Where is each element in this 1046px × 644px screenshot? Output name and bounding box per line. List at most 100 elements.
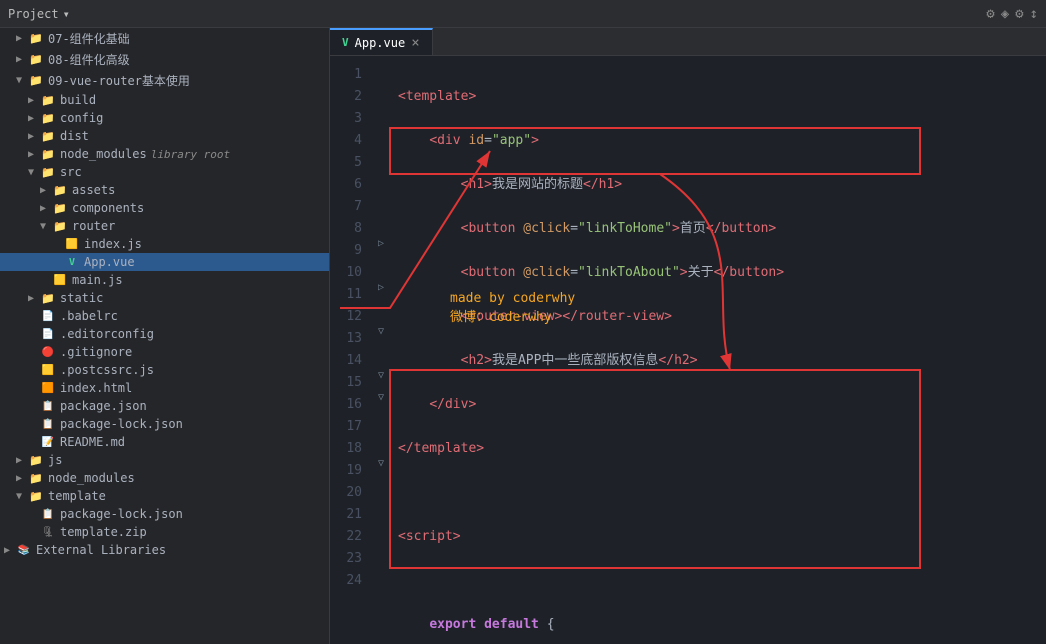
fold-icon-15[interactable]: ▽	[378, 370, 384, 381]
code-content[interactable]: <template> <div id="app"> <h1>我是网站的标题</h…	[390, 56, 1046, 644]
sidebar-item-package-lock-json[interactable]: 📋 package-lock.json	[0, 415, 329, 433]
arrow-icon	[28, 167, 40, 178]
settings-icon[interactable]: ⚙	[986, 6, 994, 22]
locate-icon[interactable]: ◈	[1001, 6, 1009, 22]
json-file-icon: 📋	[40, 399, 56, 413]
sidebar-item-package-lock2[interactable]: 📋 package-lock.json	[0, 505, 329, 523]
code-line-13: export default {	[398, 614, 1046, 636]
fold-icon-19[interactable]: ▽	[378, 458, 384, 469]
sidebar-item-label: js	[48, 453, 62, 467]
sidebar-item-label: index.html	[60, 381, 132, 395]
sidebar-item-external-libs[interactable]: 📚 External Libraries	[0, 541, 329, 559]
lib-icon: 📚	[16, 543, 32, 557]
sidebar-item-src[interactable]: 📁 src	[0, 163, 329, 181]
top-bar-icons: ⚙ ◈ ⚙ ↕	[986, 6, 1038, 22]
sidebar-item-label: .gitignore	[60, 345, 132, 359]
folder-icon: 📁	[52, 219, 68, 233]
code-line-10	[398, 482, 1046, 504]
tab-bar: V App.vue ×	[330, 28, 1046, 56]
sidebar-item-label: src	[60, 165, 82, 179]
sidebar-item-label: 07-组件化基础	[48, 30, 130, 47]
sidebar-item-label: 08-组件化高级	[48, 51, 130, 68]
sidebar-item-node-modules2[interactable]: 📁 node_modules	[0, 469, 329, 487]
sidebar-item-label: package-lock.json	[60, 417, 183, 431]
collapse-icon[interactable]: ↕	[1030, 6, 1038, 22]
sidebar-item-babelrc[interactable]: 📄 .babelrc	[0, 307, 329, 325]
sidebar-item-template[interactable]: 📁 template	[0, 487, 329, 505]
sidebar-item-assets[interactable]: 📁 assets	[0, 181, 329, 199]
sidebar-item-readme[interactable]: 📝 README.md	[0, 433, 329, 451]
arrow-icon	[40, 185, 52, 196]
sidebar-item-build[interactable]: 📁 build	[0, 91, 329, 109]
arrow-icon	[16, 473, 28, 484]
json-file-icon: 📋	[40, 417, 56, 431]
sidebar-item-package-json[interactable]: 📋 package.json	[0, 397, 329, 415]
code-container[interactable]: 123456 789101112 131415161718 1920212223…	[330, 56, 1046, 644]
folder-icon: 📁	[40, 93, 56, 107]
fold-icon-11[interactable]: ▷	[378, 282, 384, 293]
sidebar-item-label: README.md	[60, 435, 125, 449]
sidebar-item-gitignore[interactable]: 🔴 .gitignore	[0, 343, 329, 361]
sidebar-item-node-modules[interactable]: 📁 node_modules library root	[0, 145, 329, 163]
fold-icon-16[interactable]: ▽	[378, 392, 384, 403]
sidebar-item-postcssrc[interactable]: 🟨 .postcssrc.js	[0, 361, 329, 379]
sidebar-item-07[interactable]: 📁 07-组件化基础	[0, 28, 329, 49]
code-line-4: <button @click="linkToHome">首页</button>	[398, 218, 1046, 240]
html-file-icon: 🟧	[40, 381, 56, 395]
js-file-icon: 🟨	[52, 273, 68, 287]
cfg-file-icon: 📄	[40, 309, 56, 323]
tab-close-button[interactable]: ×	[411, 35, 419, 51]
folder-icon: 📁	[40, 111, 56, 125]
cfg-file-icon: 📄	[40, 327, 56, 341]
project-title[interactable]: Project ▾	[8, 7, 70, 21]
sidebar-item-label: package.json	[60, 399, 147, 413]
code-line-1: <template>	[398, 86, 1046, 108]
sidebar-item-label: main.js	[72, 273, 123, 287]
folder-icon: 📁	[40, 165, 56, 179]
sidebar-item-index-js[interactable]: 🟨 index.js	[0, 235, 329, 253]
fold-icon-9[interactable]: ▷	[378, 238, 384, 249]
sidebar-item-08[interactable]: 📁 08-组件化高级	[0, 49, 329, 70]
line-numbers: 123456 789101112 131415161718 1920212223…	[330, 56, 372, 644]
sidebar-item-config[interactable]: 📁 config	[0, 109, 329, 127]
editor-area: V App.vue × 123456 789101112 13141516171…	[330, 28, 1046, 644]
sidebar-item-09[interactable]: 📁 09-vue-router基本使用	[0, 70, 329, 91]
fold-icon-13[interactable]: ▽	[378, 326, 384, 337]
sidebar-item-components[interactable]: 📁 components	[0, 199, 329, 217]
folder-icon: 📁	[28, 74, 44, 88]
folder-icon: 📁	[28, 32, 44, 46]
folder-icon: 📁	[28, 471, 44, 485]
sidebar-item-index-html[interactable]: 🟧 index.html	[0, 379, 329, 397]
sidebar-item-js[interactable]: 📁 js	[0, 451, 329, 469]
sidebar-item-editorconfig[interactable]: 📄 .editorconfig	[0, 325, 329, 343]
folder-icon: 📁	[28, 489, 44, 503]
sidebar-item-label: template	[48, 489, 106, 503]
folder-icon: 📁	[40, 147, 56, 161]
sidebar-item-label: App.vue	[84, 255, 135, 269]
sidebar-item-label: .editorconfig	[60, 327, 154, 341]
sidebar-item-dist[interactable]: 📁 dist	[0, 127, 329, 145]
code-line-8: </div>	[398, 394, 1046, 416]
code-line-5: <button @click="linkToAbout">关于</button>	[398, 262, 1046, 284]
sidebar-item-app-vue[interactable]: V App.vue	[0, 253, 329, 271]
expand-icon[interactable]: ⚙	[1015, 6, 1023, 22]
top-bar: Project ▾ ⚙ ◈ ⚙ ↕	[0, 0, 1046, 28]
vue-file-icon: V	[64, 255, 80, 269]
sidebar-item-label: package-lock.json	[60, 507, 183, 521]
sidebar-item-label: node_modules	[48, 471, 135, 485]
sidebar-item-main-js[interactable]: 🟨 main.js	[0, 271, 329, 289]
code-line-7: <h2>我是APP中一些底部版权信息</h2>	[398, 350, 1046, 372]
zip-file-icon: 🗜	[40, 525, 56, 539]
sidebar-item-label: index.js	[84, 237, 142, 251]
project-chevron: ▾	[63, 7, 70, 21]
tab-app-vue[interactable]: V App.vue ×	[330, 28, 433, 55]
sidebar-item-template-zip[interactable]: 🗜 template.zip	[0, 523, 329, 541]
arrow-icon	[16, 54, 28, 65]
gutter: ▷ ▷ ▽ ▽ ▽ ▽	[372, 56, 390, 644]
arrow-icon	[28, 131, 40, 142]
git-file-icon: 🔴	[40, 345, 56, 359]
folder-icon: 📁	[40, 291, 56, 305]
sidebar-item-router[interactable]: 📁 router	[0, 217, 329, 235]
sidebar-item-static[interactable]: 📁 static	[0, 289, 329, 307]
md-file-icon: 📝	[40, 435, 56, 449]
